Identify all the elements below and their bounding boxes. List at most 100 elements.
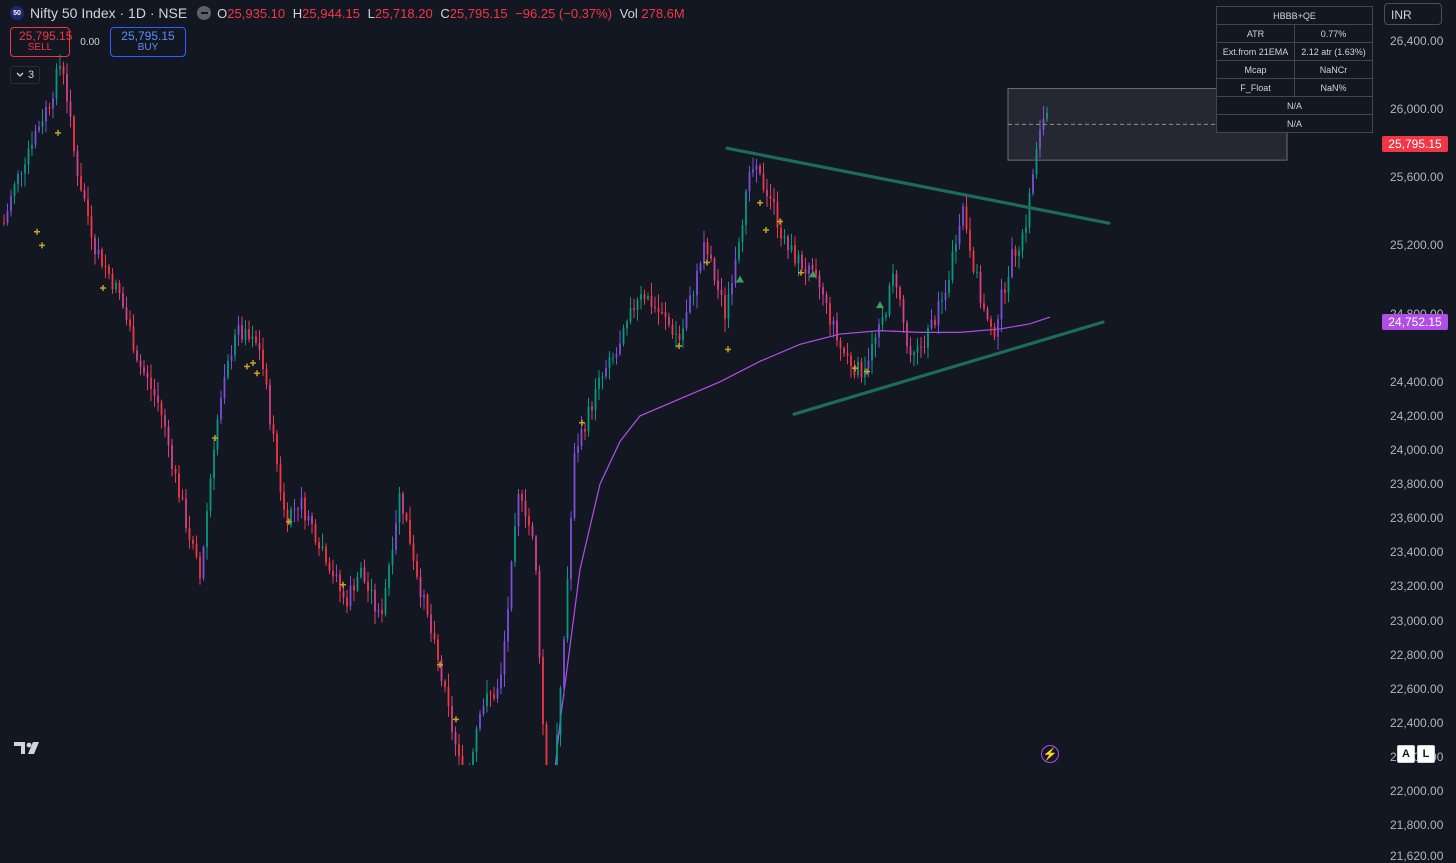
candle-body — [489, 693, 492, 695]
price-axis[interactable]: 26,400.0026,000.0025,600.0025,200.0024,8… — [1376, 0, 1456, 863]
candle-body — [941, 300, 943, 302]
candle-body — [832, 320, 835, 325]
candle-body — [479, 713, 481, 729]
candle-body — [668, 317, 670, 325]
candle-body — [993, 326, 996, 337]
candle-body — [986, 308, 989, 320]
candle-body — [328, 562, 331, 572]
candle-body — [353, 585, 355, 591]
candle-body — [818, 275, 821, 288]
candle-body — [454, 731, 457, 745]
ma-price-label: 24,752.15 — [1382, 313, 1448, 330]
candle-body — [976, 271, 978, 273]
candle-body — [598, 377, 600, 389]
candle-body — [115, 282, 117, 290]
candle-body — [360, 567, 362, 577]
high-key: H — [292, 5, 303, 21]
lightning-icon[interactable]: ⚡ — [1041, 745, 1059, 763]
plus-marker — [244, 363, 250, 370]
candle-body — [136, 350, 138, 361]
indicators-count: 3 — [27, 69, 35, 81]
candle-body — [591, 406, 593, 411]
candle-body — [440, 659, 443, 681]
candle-body — [556, 734, 558, 765]
candle-body — [514, 526, 516, 563]
candle-body — [619, 343, 621, 354]
candle-body — [864, 368, 866, 378]
candle-body — [888, 285, 891, 315]
candle-body — [122, 293, 124, 308]
candle-body — [769, 196, 772, 199]
candle-body — [24, 164, 26, 174]
auto-scale-button[interactable]: A — [1397, 745, 1415, 763]
candle-body — [815, 269, 817, 276]
candle-body — [486, 693, 488, 706]
tradingview-logo-icon[interactable] — [14, 740, 44, 756]
market-status-icon[interactable] — [197, 6, 212, 20]
candle-body — [626, 321, 628, 329]
plus-marker — [579, 419, 585, 426]
candle-body — [524, 500, 527, 517]
candle-body — [685, 312, 688, 329]
candle-body — [577, 446, 579, 453]
candle-body — [661, 312, 663, 314]
candle-body — [1018, 250, 1020, 256]
candle-body — [969, 229, 971, 251]
candle-body — [633, 307, 635, 310]
candle-body — [496, 688, 499, 699]
candle-body — [766, 189, 768, 197]
candle-body — [654, 307, 656, 309]
candle-body — [412, 543, 415, 562]
candle-body — [272, 424, 275, 434]
candle-body — [377, 609, 380, 612]
candle-body — [13, 184, 16, 197]
candle-body — [906, 322, 908, 347]
currency-select[interactable]: INR — [1384, 3, 1442, 25]
candle-body — [447, 687, 450, 707]
candle-body — [363, 567, 366, 582]
table-cell-label: Ext.from 21EMA — [1216, 42, 1295, 61]
candle-body — [983, 303, 985, 309]
price-tick: 21,620.00 — [1390, 848, 1444, 863]
candle-body — [374, 590, 376, 612]
candle-body — [948, 280, 950, 293]
buy-button[interactable]: 25,795.15 BUY — [110, 27, 186, 57]
candle-body — [45, 107, 47, 122]
candle-body — [318, 541, 320, 549]
candle-body — [1032, 174, 1034, 194]
candle-body — [500, 674, 502, 689]
candle-body — [286, 509, 289, 525]
candle-body — [787, 236, 789, 251]
candle-body — [398, 493, 401, 524]
sell-price: 25,795.15 — [19, 29, 73, 43]
price-tick: 23,600.00 — [1390, 511, 1444, 526]
sell-button[interactable]: 25,795.15 SELL — [10, 27, 73, 57]
candle-body — [825, 294, 828, 304]
candle-body — [850, 355, 852, 367]
candle-body — [132, 326, 135, 351]
candle-body — [1021, 232, 1024, 251]
candle-body — [783, 236, 786, 239]
candle-body — [213, 449, 215, 479]
candle-body — [878, 324, 880, 338]
symbol-legend[interactable]: 50 Nifty 50 Index · 1D · NSE O25,935.10 … — [10, 5, 689, 21]
candle-body — [801, 254, 803, 269]
candle-body — [195, 543, 198, 557]
candle-body — [664, 312, 667, 318]
candle-body — [1014, 249, 1017, 256]
candle-body — [780, 227, 782, 239]
table-row: Ext.from 21EMA 2.12 atr (1.63%) — [1216, 42, 1373, 61]
indicators-collapse-button[interactable]: 3 — [10, 66, 40, 84]
close-key: C — [440, 5, 450, 21]
candle-body — [227, 360, 229, 378]
candle-body — [944, 292, 947, 301]
candle-body — [332, 571, 334, 577]
candle-body — [206, 511, 208, 548]
chevron-down-icon — [16, 72, 24, 77]
candle-body — [734, 259, 737, 284]
log-scale-button[interactable]: L — [1417, 745, 1435, 763]
candle-body — [269, 384, 271, 425]
symbol-title[interactable]: Nifty 50 Index · 1D · NSE — [30, 5, 187, 21]
info-table: HBBB+QE ATR 0.77% Ext.from 21EMA 2.12 atr … — [1216, 6, 1373, 133]
candle-body — [503, 641, 506, 675]
